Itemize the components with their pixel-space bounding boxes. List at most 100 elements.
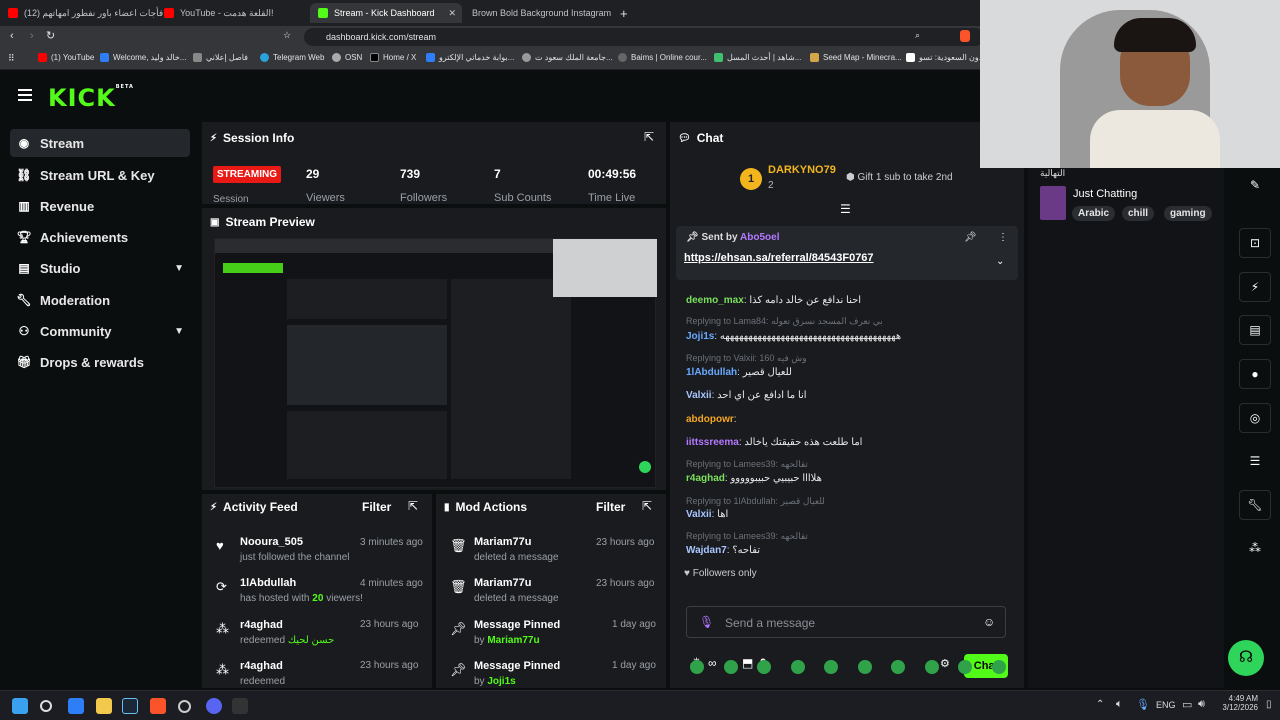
brave-icon[interactable] bbox=[150, 698, 166, 714]
gift-icon[interactable]: ⬒ bbox=[742, 656, 753, 670]
gift-sub-button[interactable]: ⬢ Gift 1 sub to take 2nd bbox=[846, 172, 953, 183]
browser-tab-2[interactable]: YouTube - القلعة هدمت! bbox=[164, 3, 310, 23]
emote-icon[interactable] bbox=[924, 660, 939, 674]
new-tab-button[interactable]: + bbox=[620, 3, 636, 23]
mod-filter-button[interactable]: Filter bbox=[596, 500, 625, 514]
url-bar[interactable]: dashboard.kick.com/stream bbox=[304, 28, 984, 46]
obs-icon[interactable] bbox=[178, 700, 191, 713]
bookmark-star-icon[interactable]: ☆ bbox=[283, 30, 291, 41]
notification-icon[interactable]: ▯ bbox=[1266, 699, 1272, 710]
emote-icon[interactable] bbox=[723, 660, 738, 674]
reload-icon[interactable]: ↻ bbox=[46, 29, 55, 42]
activity-name[interactable]: r4aghad bbox=[240, 660, 283, 672]
nav-stream[interactable]: ◉ Stream bbox=[10, 129, 190, 157]
chat-username[interactable]: Valxii bbox=[686, 509, 712, 520]
mic-icon[interactable]: 🎙︎ bbox=[1136, 698, 1150, 711]
apps-icon[interactable]: ⠿ bbox=[8, 53, 15, 64]
emote-icon[interactable] bbox=[958, 660, 972, 674]
points-icon[interactable]: ⁂ bbox=[1239, 534, 1271, 564]
pinned-link[interactable]: https://ehsan.sa/referral/84543F0767 bbox=[684, 252, 874, 264]
steam-icon[interactable] bbox=[122, 698, 138, 714]
volume-icon[interactable]: 🔈︎ bbox=[1116, 698, 1123, 711]
emoji-icon[interactable]: ☺ bbox=[983, 615, 995, 629]
menu-icon[interactable] bbox=[18, 89, 32, 101]
bookmark-item[interactable]: Telegram Web bbox=[260, 53, 324, 62]
tag-gaming[interactable]: gaming bbox=[1164, 206, 1212, 221]
emote-icon[interactable] bbox=[690, 660, 704, 674]
wrench-icon[interactable]: 🔧︎ bbox=[1239, 490, 1271, 520]
brave-shield-icon[interactable] bbox=[960, 30, 970, 42]
nav-drops-rewards[interactable]: 🎁︎ Drops & rewards bbox=[10, 348, 190, 376]
browser-tab-4[interactable]: Brown Bold Background Instagram P bbox=[466, 3, 612, 23]
nav-stream-url-key[interactable]: ⛓ Stream URL & Key bbox=[10, 161, 190, 189]
bookmark-item[interactable]: Home / X bbox=[370, 53, 416, 62]
chat-bubble-icon[interactable]: ● bbox=[1239, 359, 1271, 389]
discord-icon[interactable] bbox=[206, 698, 222, 714]
folder-icon[interactable] bbox=[96, 698, 112, 714]
popout-icon[interactable]: ⇱ bbox=[408, 499, 418, 513]
bookmark-item[interactable]: جامعة الملك سعود ت... bbox=[522, 53, 613, 62]
unpin-icon[interactable]: 📌︎ bbox=[964, 232, 977, 243]
layout-icon[interactable]: ☰ bbox=[1239, 447, 1271, 477]
app-icon[interactable] bbox=[232, 698, 248, 714]
start-icon[interactable] bbox=[12, 698, 28, 714]
chat-username[interactable]: Joji1s bbox=[686, 331, 714, 342]
chat-username[interactable]: r4aghad bbox=[686, 473, 725, 484]
emote-icon[interactable] bbox=[757, 660, 771, 674]
activity-name[interactable]: Nooura_505 bbox=[240, 536, 303, 548]
leaderboard-name[interactable]: DARKYNO79 bbox=[768, 164, 836, 176]
chat-username[interactable]: Wajdan7 bbox=[686, 545, 727, 556]
nav-revenue[interactable]: ▥ Revenue bbox=[10, 192, 190, 220]
forward-icon[interactable]: › bbox=[30, 30, 34, 42]
category-name[interactable]: Just Chatting bbox=[1073, 188, 1137, 200]
collapse-leaderboard-icon[interactable]: ☰ bbox=[840, 202, 851, 216]
activity-filter-button[interactable]: Filter bbox=[362, 500, 391, 514]
bookmark-item[interactable]: ون السعودية: تسو... bbox=[906, 53, 985, 62]
mic-icon[interactable]: 🎙︎ bbox=[699, 615, 714, 629]
tag-chill[interactable]: chill bbox=[1122, 206, 1155, 221]
chat-username[interactable]: abdopowr bbox=[686, 414, 734, 425]
nav-community[interactable]: ⚇ Community ▼ bbox=[10, 317, 190, 345]
display-icon[interactable]: ▭ bbox=[1182, 698, 1192, 711]
bookmark-item[interactable]: شاهد | أحدث المسل... bbox=[714, 53, 801, 62]
emote-icon[interactable] bbox=[857, 660, 872, 674]
bookmark-item[interactable]: بوابة خدماتي الإلكترو... bbox=[426, 53, 514, 62]
chat-username[interactable]: deemo_max bbox=[686, 295, 744, 306]
edit-icon[interactable]: ✎ bbox=[1239, 171, 1271, 201]
emote-icon[interactable] bbox=[991, 660, 1006, 674]
camera-icon[interactable]: ⊡ bbox=[1239, 228, 1271, 258]
chat-username[interactable]: Valxii bbox=[686, 390, 712, 401]
document-icon[interactable]: ▤ bbox=[1239, 315, 1271, 345]
bookmark-item[interactable]: فاصل إعلاني bbox=[193, 53, 248, 62]
settings-icon[interactable]: ⚙ bbox=[940, 657, 950, 670]
chevron-down-icon[interactable]: ⌄ bbox=[996, 256, 1004, 267]
nav-studio[interactable]: ▤ Studio ▼ bbox=[10, 254, 190, 282]
category-thumbnail[interactable] bbox=[1040, 186, 1066, 220]
lightning-icon[interactable]: ⚡︎ bbox=[1239, 272, 1271, 302]
search-icon[interactable] bbox=[40, 700, 52, 712]
activity-name[interactable]: 1lAbdullah bbox=[240, 577, 296, 589]
mod-name[interactable]: Mariam77u bbox=[474, 536, 531, 548]
browser-tab-1[interactable]: (12) فأجات اعضاء باور نفطور امهاتهم bbox=[8, 3, 178, 23]
tag-arabic[interactable]: Arabic bbox=[1072, 206, 1116, 221]
nav-moderation[interactable]: 🔧︎ Moderation bbox=[10, 286, 190, 314]
stream-preview-video[interactable] bbox=[214, 238, 657, 488]
bookmark-item[interactable]: (1) YouTube bbox=[38, 53, 94, 62]
zoom-icon[interactable]: ⌕ bbox=[915, 30, 920, 41]
chat-username[interactable]: iittssreema bbox=[686, 437, 739, 448]
emote-icon[interactable] bbox=[824, 660, 838, 674]
photos-icon[interactable] bbox=[68, 698, 84, 714]
language-indicator[interactable]: ENG bbox=[1156, 700, 1176, 710]
activity-name[interactable]: r4aghad bbox=[240, 619, 283, 631]
chevron-up-icon[interactable]: ⌃ bbox=[1096, 699, 1104, 710]
chat-input[interactable]: 🎙︎ Send a message ☺ bbox=[686, 606, 1006, 638]
mod-name[interactable]: Mariam77u bbox=[474, 577, 531, 589]
kick-logo[interactable]: KICKBETA bbox=[48, 84, 134, 112]
bookmark-item[interactable]: Welcome, خالد وليد... bbox=[100, 53, 186, 62]
support-headset-icon[interactable]: ☊ bbox=[1228, 640, 1264, 676]
nav-achievements[interactable]: 🏆︎ Achievements bbox=[10, 223, 190, 251]
emote-icon[interactable] bbox=[891, 660, 905, 674]
bookmark-item[interactable]: Baims | Online cour... bbox=[618, 53, 707, 62]
browser-tab-3[interactable]: Stream - Kick Dashboard ✕ bbox=[310, 3, 462, 23]
popout-icon[interactable]: ⇱ bbox=[644, 130, 654, 144]
